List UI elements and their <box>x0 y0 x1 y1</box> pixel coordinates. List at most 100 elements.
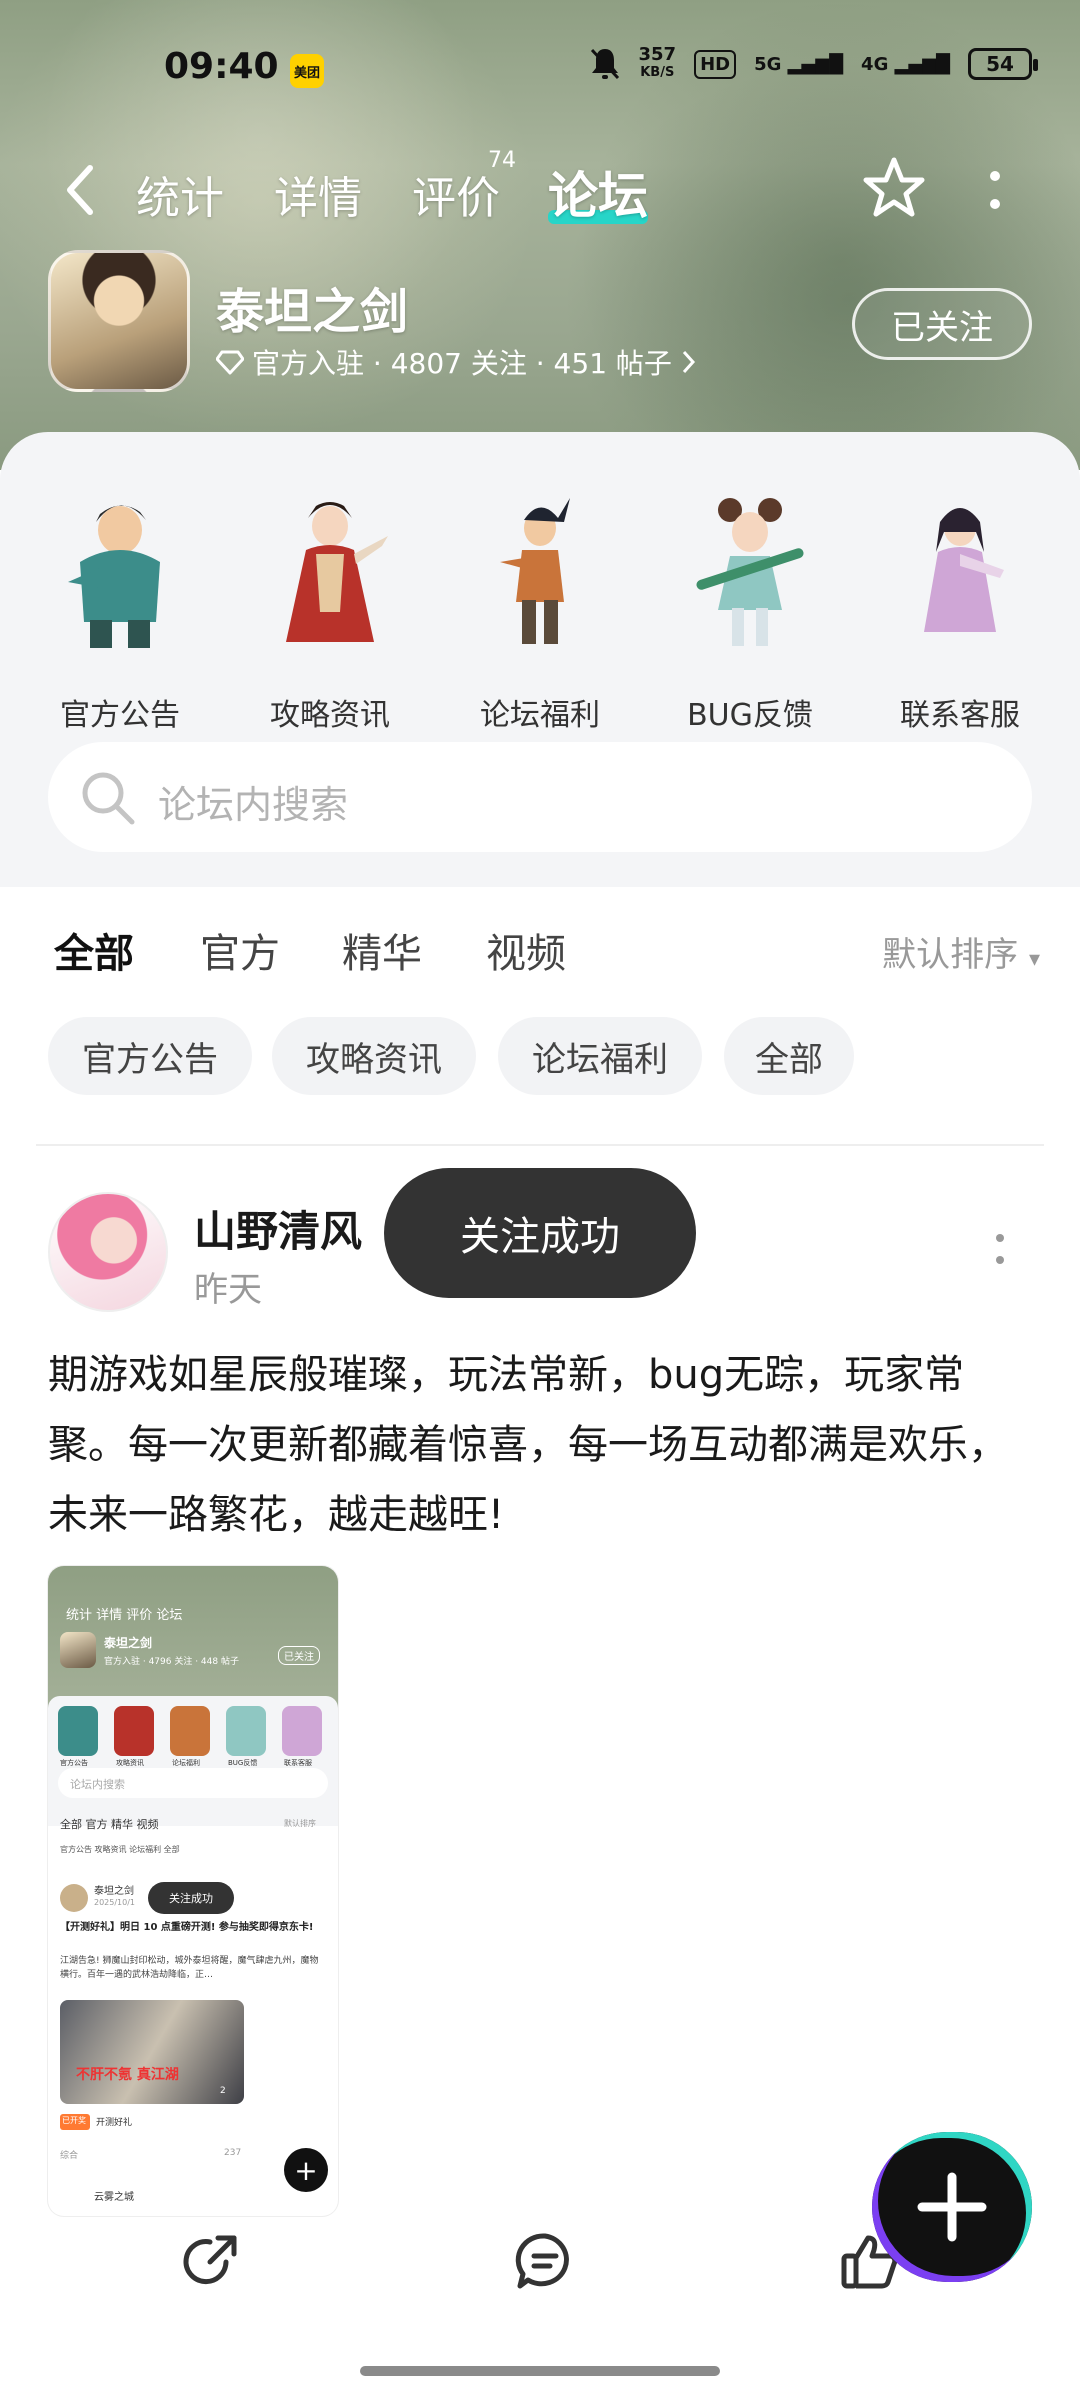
thumb-toast: 关注成功 <box>148 1882 234 1914</box>
thumb-tag-label: 已开奖 <box>62 2116 86 2125</box>
thumb-filter-tabs: 全部 官方 精华 视频 <box>60 1818 159 1831</box>
toast-message: 关注成功 <box>384 1168 696 1298</box>
signal-4g-icon: 4G ▂▄▆█ <box>861 53 950 75</box>
sort-label: 默认排序 <box>882 935 1019 975</box>
star-icon[interactable] <box>858 152 930 224</box>
shortcut-label: 攻略资讯 <box>270 698 390 733</box>
share-icon[interactable] <box>180 2230 242 2292</box>
character-red-dress-icon <box>286 502 388 642</box>
tab-forum[interactable]: 论坛 <box>548 156 648 228</box>
forum-panel: 官方公告 攻略资讯 论坛福利 BUG反馈 联系客服 论坛内搜索 <box>0 432 1080 887</box>
thumb-post-title: 【开测好礼】明日 10 点重磅开测! 参与抽奖即得京东卡! <box>60 1922 314 1933</box>
tab-stats[interactable]: 统计 <box>136 162 224 226</box>
tab-details[interactable]: 详情 <box>274 162 362 226</box>
net-speed: 357 KB/S <box>639 46 677 82</box>
chip-all[interactable]: 全部 <box>724 1017 854 1095</box>
shortcut-welfare[interactable]: 论坛福利 <box>450 472 630 733</box>
create-post-button[interactable] <box>872 2132 1032 2282</box>
divider <box>36 1144 1044 1146</box>
search-icon <box>82 772 135 825</box>
signal-5g-label: 5G <box>754 53 782 75</box>
post-image[interactable]: 统计 详情 评价 论坛 泰坦之剑 官方入驻 · 4796 关注 · 448 帖子… <box>48 1566 338 2216</box>
top-nav: 统计 详情 评价 74 论坛 <box>0 140 1080 240</box>
app-meta[interactable]: 官方入驻 · 4807 关注 · 451 帖子 <box>216 342 696 382</box>
thumb-app-icon <box>60 1632 96 1668</box>
avatar[interactable] <box>48 1192 168 1312</box>
shortcut-bug-report[interactable]: BUG反馈 <box>660 472 840 733</box>
shortcut-label: 官方公告 <box>60 698 180 733</box>
category-chips: 官方公告 攻略资讯 论坛福利 全部 <box>0 1017 1080 1097</box>
post-more-icon[interactable] <box>990 1230 1010 1270</box>
battery-icon: 54 <box>968 48 1038 80</box>
thumb-app-name: 泰坦之剑 <box>104 1636 153 1650</box>
thumb-sort: 默认排序 <box>284 1819 316 1828</box>
status-time: 09:40 <box>164 46 279 87</box>
thumb-figure-1 <box>58 1706 98 1756</box>
shortcut-row: 官方公告 攻略资讯 论坛福利 BUG反馈 联系客服 <box>0 472 1080 733</box>
home-indicator[interactable] <box>360 2366 720 2376</box>
back-arrow-icon[interactable] <box>60 160 100 220</box>
app-meta-text: 官方入驻 · 4807 关注 · 451 帖子 <box>252 347 672 380</box>
thumb-figure-4 <box>226 1706 266 1756</box>
net-speed-value: 357 <box>638 44 677 65</box>
filter-tab-featured[interactable]: 精华 <box>342 921 422 979</box>
follow-button[interactable]: 已关注 <box>852 288 1032 360</box>
shortcut-customer-service[interactable]: 联系客服 <box>870 472 1050 733</box>
character-teal-warrior-icon <box>68 505 160 648</box>
thumb-post-author: 泰坦之剑 <box>94 1886 134 1897</box>
comment-icon[interactable] <box>514 2230 576 2292</box>
diamond-icon <box>216 350 244 375</box>
thumb-figure-5 <box>282 1706 322 1756</box>
thumb-shortcut-label: 论坛福利 <box>172 1759 200 1767</box>
thumb-follow: 已关注 <box>278 1646 320 1665</box>
status-right: 357 KB/S HD 5G ▂▄▆█ 4G ▂▄▆█ 54 <box>589 46 1038 82</box>
thumb-post-body: 江湖告急! 狮魔山封印松动，城外泰坦将醒，魔气肆虐九州，魔物横行。百年一遇的武林… <box>60 1956 319 1980</box>
post-body[interactable]: 期游戏如星辰般璀璨，玩法常新，bug无踪，玩家常聚。每一次更新都藏着惊喜，每一场… <box>48 1340 1032 1550</box>
filter-tab-video[interactable]: 视频 <box>486 921 566 979</box>
battery-level: 54 <box>986 52 1014 76</box>
chip-announcements[interactable]: 官方公告 <box>48 1017 252 1095</box>
thumb-category: 综合 <box>60 2151 79 2161</box>
shortcut-label: BUG反馈 <box>687 698 813 733</box>
thumb-shortcut-label: 官方公告 <box>60 1759 88 1767</box>
character-staff-girl-icon <box>696 498 804 646</box>
search-placeholder: 论坛内搜索 <box>158 783 349 827</box>
reviews-count-badge: 74 <box>488 148 516 173</box>
shortcut-label: 联系客服 <box>900 698 1020 733</box>
thumb-tag-text: 开测好礼 <box>96 2118 133 2128</box>
shortcut-announcements[interactable]: 官方公告 <box>30 472 210 733</box>
plus-icon <box>917 2172 987 2242</box>
shortcut-label: 论坛福利 <box>480 698 600 733</box>
signal-4g-label: 4G <box>861 53 889 75</box>
thumb-shortcut-label: BUG反馈 <box>228 1759 258 1767</box>
mute-bell-icon <box>590 48 619 80</box>
hd-icon: HD <box>694 49 737 79</box>
filter-tab-official[interactable]: 官方 <box>200 921 280 979</box>
sort-dropdown[interactable]: 默认排序 ▾ <box>882 927 1040 976</box>
chip-welfare[interactable]: 论坛福利 <box>498 1017 702 1095</box>
post-author[interactable]: 山野清风 <box>194 1198 362 1259</box>
app-icon[interactable] <box>48 250 190 392</box>
thumb-image-caption: 不肝不氪 真江湖 <box>76 2067 179 2083</box>
forum-search[interactable]: 论坛内搜索 <box>48 742 1032 852</box>
status-bar: 09:40 美团 357 KB/S HD 5G ▂▄▆█ 4G ▂▄▆█ 54 <box>0 0 1080 130</box>
tab-reviews[interactable]: 评价 <box>412 162 500 226</box>
thumb-tag: 已开奖 <box>60 2114 90 2130</box>
thumb-meta: 官方入驻 · 4796 关注 · 448 帖子 <box>104 1657 239 1667</box>
thumb-chips: 官方公告 攻略资讯 论坛福利 全部 <box>60 1845 180 1854</box>
thumb-figure-3 <box>170 1706 210 1756</box>
thumb-image-count: 2 <box>220 2086 226 2096</box>
app-header: 泰坦之剑 官方入驻 · 4807 关注 · 451 帖子 已关注 <box>0 250 1080 400</box>
app-name: 泰坦之剑 <box>216 284 409 340</box>
thumb-shortcut-label: 联系客服 <box>284 1759 312 1767</box>
meituan-icon: 美团 <box>290 54 324 88</box>
filter-tab-all[interactable]: 全部 <box>54 921 134 981</box>
thumb-post-image: 不肝不氪 真江湖 2 <box>60 2000 244 2104</box>
shortcut-guides[interactable]: 攻略资讯 <box>240 472 420 733</box>
signal-5g-icon: 5G ▂▄▆█ <box>754 53 844 75</box>
more-vertical-icon[interactable] <box>980 166 1010 216</box>
chip-guides[interactable]: 攻略资讯 <box>272 1017 476 1095</box>
chevron-right-icon <box>682 350 695 374</box>
post-time: 昨天 <box>194 1270 262 1310</box>
character-purple-lady-icon <box>924 508 1004 632</box>
